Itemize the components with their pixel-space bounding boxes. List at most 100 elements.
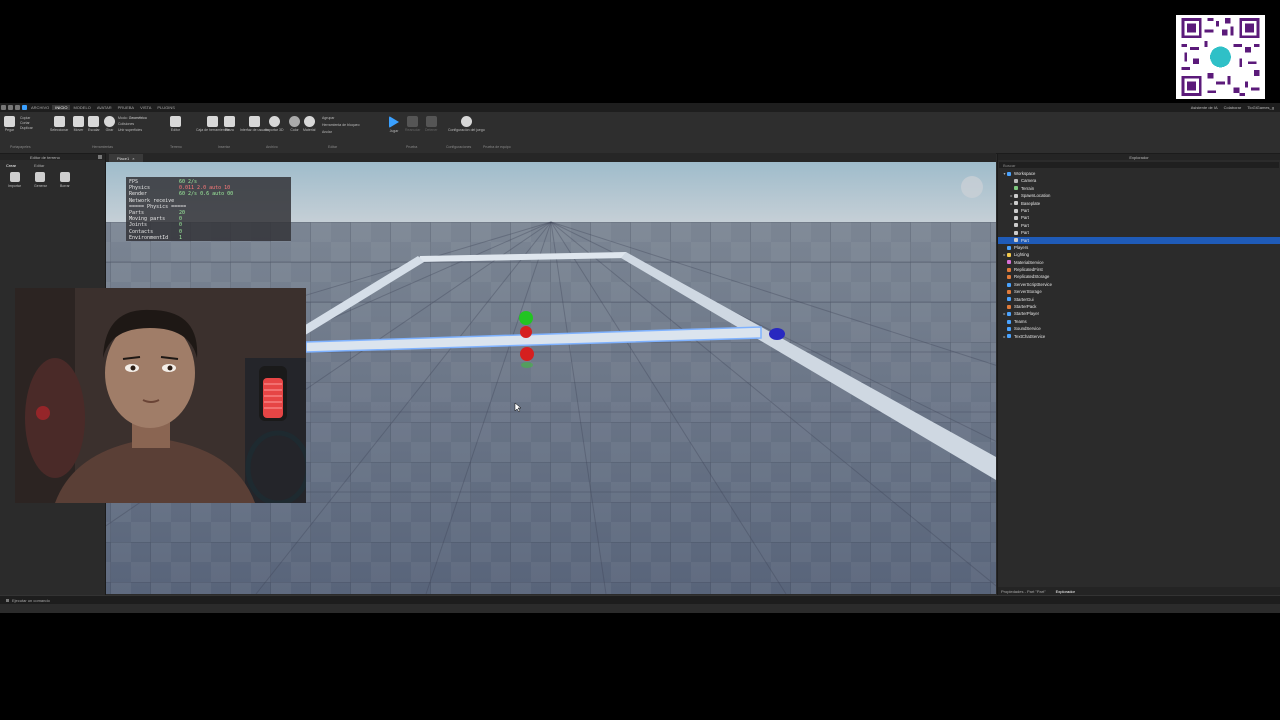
rotate-tool[interactable]: Girar <box>104 116 115 132</box>
join-surfaces-toggle[interactable]: Unir superficies <box>118 128 147 133</box>
qr-code <box>1176 15 1265 99</box>
user-account[interactable]: TioGiGames_g <box>1247 105 1274 110</box>
move-tool[interactable]: Mover <box>73 116 84 132</box>
ai-assistant-button[interactable]: Asistente de IA <box>1191 105 1218 110</box>
menu-archivo[interactable]: ARCHIVO <box>28 105 52 110</box>
game-settings-button[interactable]: Configuración del juego <box>448 116 485 132</box>
explorer-footer-tabs: Propiedades - Part "Part" Explorador <box>998 587 1280 595</box>
menu-avatar[interactable]: AVATAR <box>94 105 115 110</box>
generate-terrain-button[interactable]: Generar <box>34 172 47 188</box>
view-cube-icon[interactable] <box>961 176 983 198</box>
red-sphere[interactable] <box>520 347 534 361</box>
lock-tool-button[interactable]: Herramienta de bloqueo <box>322 123 360 128</box>
green-sphere[interactable] <box>519 311 533 325</box>
players-icon <box>1007 245 1011 250</box>
terrain-editor-button[interactable]: Editor <box>170 116 181 132</box>
paste-button[interactable]: Pegar <box>4 116 15 132</box>
explorer-item-starterpack[interactable]: StarterPack <box>998 303 1280 310</box>
tab-place1[interactable]: Place1 × <box>109 154 143 162</box>
duplicate-button[interactable]: Duplicar <box>20 126 33 131</box>
import-terrain-button[interactable]: Importar <box>8 172 21 188</box>
group-tools: Herramientas <box>92 145 114 149</box>
camera-icon <box>1014 179 1018 184</box>
menu-modelo[interactable]: MODELO <box>70 105 93 110</box>
group-insert: Insertar <box>218 145 230 149</box>
explorer-item-part[interactable]: Part <box>998 214 1280 221</box>
explorer-item-replicatedfirst[interactable]: ReplicatedFirst <box>998 266 1280 273</box>
toolbox-icon <box>207 116 219 127</box>
explorer-item-serverstorage[interactable]: ServerStorage <box>998 288 1280 295</box>
close-icon[interactable] <box>98 155 102 159</box>
explorer-item-startergui[interactable]: StarterGui <box>998 296 1280 303</box>
command-bar[interactable]: Ejecutar un comando <box>0 595 1280 604</box>
explorer-item-spawnlocation[interactable]: ▸ SpawnLocation <box>998 192 1280 199</box>
tool-options: Modo: Geométrico Colisiones Unir superfi… <box>118 116 147 133</box>
explorer-item-camera[interactable]: Camera <box>998 177 1280 184</box>
import-icon <box>9 172 20 182</box>
clear-terrain-button[interactable]: Borrar <box>59 172 70 188</box>
explorer-item-label: Part <box>1021 222 1029 228</box>
color-icon <box>289 116 300 127</box>
explorer-item-textchatservice[interactable]: ▸ TextChatService <box>998 333 1280 340</box>
explorer-item-part[interactable]: Part <box>998 207 1280 214</box>
explorer-filter-input[interactable]: Buscar <box>999 162 1279 168</box>
collaborate-button[interactable]: Colaborar <box>1224 105 1242 110</box>
service-icon <box>1007 312 1011 317</box>
anchor-button[interactable]: Anclar <box>322 130 360 135</box>
material-button[interactable]: Material <box>303 116 315 132</box>
scale-tool[interactable]: Escalar <box>88 116 100 132</box>
resume-button[interactable]: Reanudar <box>405 116 420 132</box>
explorer-item-replicatedstorage[interactable]: ReplicatedStorage <box>998 273 1280 280</box>
explorer-item-serverscriptservice[interactable]: ServerScriptService <box>998 281 1280 288</box>
panel-title: Editor de terreno <box>30 154 60 160</box>
explorer-item-label: ReplicatedFirst <box>1014 267 1043 273</box>
close-icon[interactable]: × <box>132 156 134 161</box>
mode-select[interactable]: Modo: Geométrico <box>118 116 147 121</box>
undo-icon[interactable] <box>8 105 13 110</box>
part-button[interactable]: Pieza <box>224 116 235 132</box>
play-button[interactable]: Jugar <box>389 116 399 133</box>
webcam-overlay <box>15 288 306 503</box>
explorer-item-starterplayer[interactable]: ▸ StarterPlayer <box>998 310 1280 317</box>
explorer-item-part[interactable]: Part <box>998 222 1280 229</box>
explorer-item-soundservice[interactable]: SoundService <box>998 325 1280 332</box>
group-button[interactable]: Agrupar <box>322 116 360 121</box>
collisions-toggle[interactable]: Colisiones <box>118 122 147 127</box>
redo-icon[interactable] <box>15 105 20 110</box>
explorer-item-label: Lighting <box>1014 252 1030 258</box>
menu-plugins[interactable]: PLUGINS <box>154 105 178 110</box>
explorer-item-lighting[interactable]: ▸ Lighting <box>998 251 1280 258</box>
clipboard-list: Copiar Cortar Duplicar <box>20 116 33 131</box>
group-file: Archivo <box>266 145 278 149</box>
explorer-item-players[interactable]: Players <box>998 244 1280 251</box>
menu-prueba[interactable]: PRUEBA <box>115 105 137 110</box>
tab-crear[interactable]: Crear <box>6 163 16 168</box>
tab-properties[interactable]: Propiedades - Part "Part" <box>1001 589 1046 594</box>
blue-sphere[interactable] <box>769 328 785 340</box>
stop-button[interactable]: Detener <box>425 116 437 132</box>
stats-overlay: FPS 60 2/s Physics 0.011 2.0 auto 10 Render 6… <box>126 177 291 241</box>
select-tool[interactable]: Seleccionar <box>50 116 68 132</box>
color-button[interactable]: Color <box>289 116 300 132</box>
tab-explorer[interactable]: Explorador <box>1056 589 1075 594</box>
service-icon <box>1007 289 1011 294</box>
tab-editar[interactable]: Editar <box>34 163 44 168</box>
explorer-item-baseplate[interactable]: ▸ Baseplate <box>998 200 1280 207</box>
explorer-item-label: ServerScriptService <box>1014 281 1052 287</box>
play-quick-icon[interactable] <box>22 105 27 110</box>
red-sphere[interactable] <box>520 326 532 338</box>
command-input[interactable]: Ejecutar un comando <box>12 598 50 603</box>
explorer-item-label: Part <box>1021 207 1029 213</box>
explorer-item-part[interactable]: Part <box>998 236 1280 244</box>
explorer-item-teams[interactable]: Teams <box>998 318 1280 325</box>
explorer-item-materialservice[interactable]: MaterialService <box>998 259 1280 266</box>
explorer-item-terrain[interactable]: Terrain <box>998 185 1280 192</box>
explorer-item-part[interactable]: Part <box>998 229 1280 236</box>
explorer-item-label: Terrain <box>1021 185 1035 191</box>
menu-inicio[interactable]: INICIO <box>52 105 71 110</box>
save-icon[interactable] <box>1 105 6 110</box>
explorer-item-workspace[interactable]: ▾ Workspace <box>998 170 1280 177</box>
explorer-item-label: Camera <box>1021 178 1037 184</box>
menu-vista[interactable]: VISTA <box>137 105 154 110</box>
import-3d-button[interactable]: Importar 3D <box>265 116 283 132</box>
